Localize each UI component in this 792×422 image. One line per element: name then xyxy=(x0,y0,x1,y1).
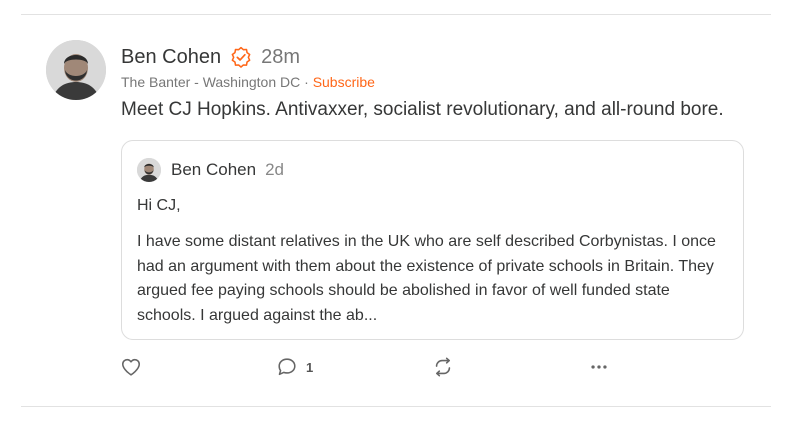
subscribe-link[interactable]: Subscribe xyxy=(313,74,375,90)
quoted-excerpt: I have some distant relatives in the UK … xyxy=(137,233,716,324)
heart-icon xyxy=(121,358,141,376)
publication-name[interactable]: The Banter - Washington DC xyxy=(121,74,300,90)
quoted-greeting: Hi CJ, xyxy=(137,197,181,214)
restack-icon xyxy=(435,357,451,377)
quoted-author-name[interactable]: Ben Cohen xyxy=(171,160,256,180)
quoted-post-header: Ben Cohen 2d xyxy=(137,157,284,183)
comment-button[interactable]: 1 xyxy=(276,356,313,378)
verified-badge-icon xyxy=(231,46,251,68)
quoted-post-card[interactable]: Ben Cohen 2d Hi CJ, I have some distant … xyxy=(121,140,744,340)
restack-button[interactable] xyxy=(432,356,454,378)
more-icon xyxy=(591,365,607,369)
top-divider xyxy=(21,14,771,15)
like-button[interactable] xyxy=(120,356,142,378)
post-header: Ben Cohen 28m xyxy=(121,44,300,70)
quoted-post-time: 2d xyxy=(265,160,284,179)
comment-icon xyxy=(278,358,296,376)
comment-count: 1 xyxy=(306,359,314,375)
post-time: 28m xyxy=(261,45,300,68)
bottom-divider xyxy=(21,406,771,407)
separator-dot: · xyxy=(304,74,309,90)
more-button[interactable] xyxy=(588,356,610,378)
quoted-author-avatar[interactable] xyxy=(137,158,161,182)
post-text: Meet CJ Hopkins. Antivaxxer, socialist r… xyxy=(121,99,724,120)
publication-line: The Banter - Washington DC · Subscribe xyxy=(121,74,375,90)
author-avatar[interactable] xyxy=(46,40,106,100)
author-name[interactable]: Ben Cohen xyxy=(121,46,221,69)
